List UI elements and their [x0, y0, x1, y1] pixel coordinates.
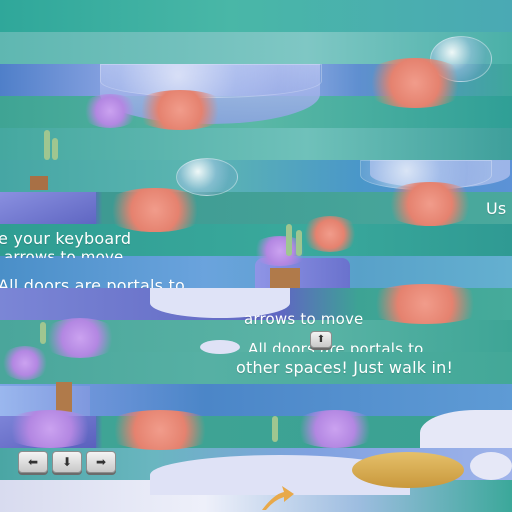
- instruction-arrows: arrows to move: [244, 310, 364, 328]
- cactus-plant: [272, 416, 278, 442]
- door-frame: [30, 176, 48, 190]
- right-arrow-key-icon: ➡: [86, 451, 116, 473]
- instruction-doors-top: All doors are portals to: [0, 276, 185, 288]
- bubble-icon: [176, 158, 238, 196]
- left-arrow-key-icon: ⬅: [18, 451, 48, 473]
- door-frame: [270, 268, 300, 288]
- plant-icon: [0, 346, 50, 380]
- cactus-plant: [296, 230, 302, 256]
- plant-icon: [100, 188, 210, 232]
- cactus-plant: [40, 322, 46, 344]
- bubble-icon: [100, 64, 322, 98]
- plant-icon: [40, 318, 120, 358]
- plant-icon: [360, 284, 490, 324]
- plant-icon: [380, 182, 480, 226]
- plant-icon: [80, 94, 140, 128]
- plant-icon: [130, 90, 230, 130]
- cactus-plant: [286, 224, 292, 256]
- instruction-other-spaces: other spaces! Just walk in!: [236, 358, 454, 377]
- game-viewport[interactable]: e your keyboard arrows to move All doors…: [0, 0, 512, 512]
- instruction-doors: All doors are portals to: [248, 340, 424, 352]
- cactus-plant: [44, 130, 50, 160]
- cactus-plant: [52, 138, 58, 160]
- up-arrow-key-icon: ⬆: [310, 331, 332, 348]
- plant-icon: [100, 410, 220, 450]
- plant-icon: [0, 410, 100, 448]
- scene-band: [0, 128, 512, 160]
- direction-marker-icon: [262, 486, 294, 510]
- plant-icon: [360, 58, 470, 108]
- down-arrow-key-icon: ⬇: [52, 451, 82, 473]
- seat-object: [352, 452, 464, 488]
- portal-door[interactable]: [0, 192, 96, 224]
- instruction-use-keyboard: e your keyboard: [0, 229, 132, 248]
- floor-shape: [470, 452, 512, 480]
- door-frame: [56, 382, 72, 412]
- plant-icon: [290, 410, 380, 448]
- scene-band: [0, 0, 512, 32]
- floor-shape: [200, 340, 240, 354]
- instruction-arrows-top: arrows to move: [4, 248, 124, 258]
- instruction-fragment: Us: [486, 199, 507, 218]
